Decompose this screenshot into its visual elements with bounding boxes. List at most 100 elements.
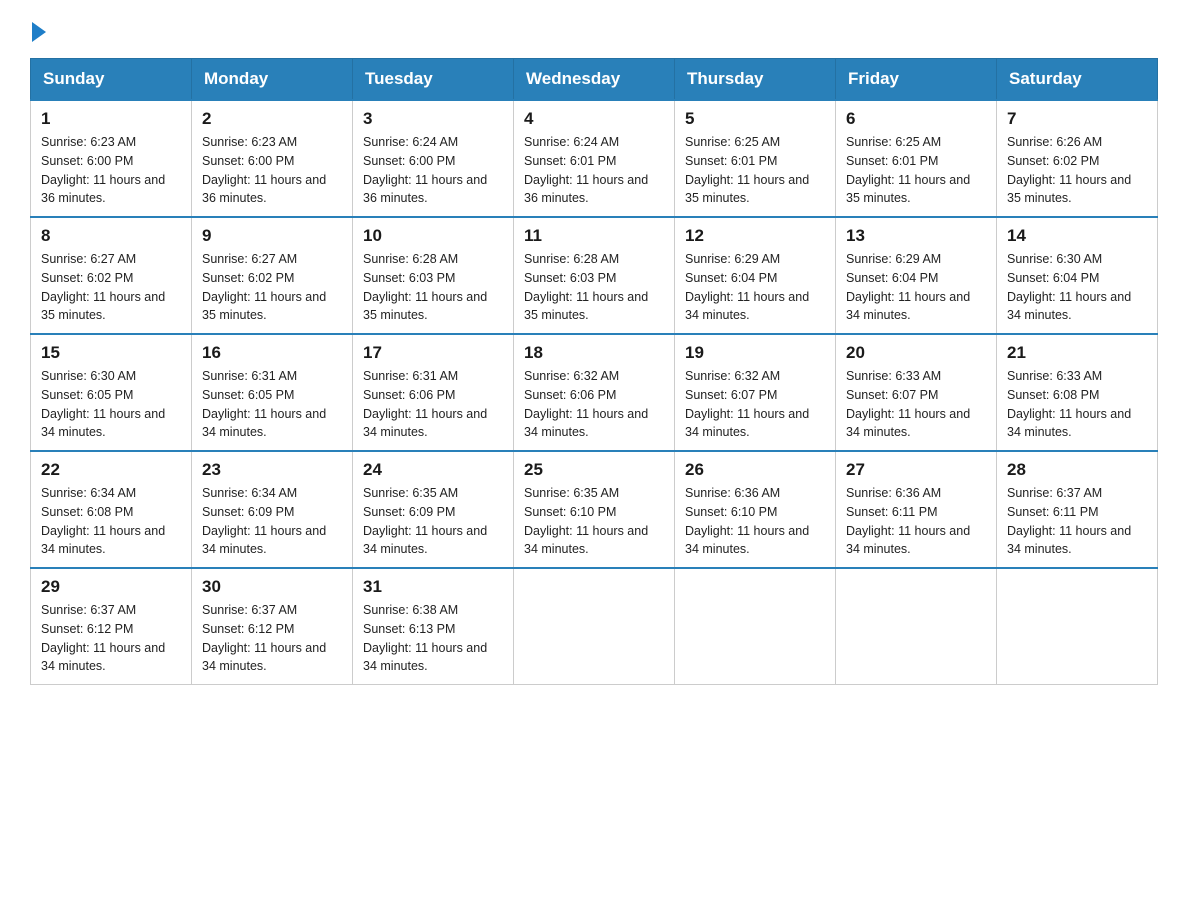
calendar-day-26: 26 Sunrise: 6:36 AMSunset: 6:10 PMDaylig… [675, 451, 836, 568]
day-info: Sunrise: 6:35 AMSunset: 6:10 PMDaylight:… [524, 486, 648, 556]
day-info: Sunrise: 6:27 AMSunset: 6:02 PMDaylight:… [202, 252, 326, 322]
calendar-day-24: 24 Sunrise: 6:35 AMSunset: 6:09 PMDaylig… [353, 451, 514, 568]
header-friday: Friday [836, 59, 997, 101]
calendar-day-1: 1 Sunrise: 6:23 AMSunset: 6:00 PMDayligh… [31, 100, 192, 217]
calendar-day-13: 13 Sunrise: 6:29 AMSunset: 6:04 PMDaylig… [836, 217, 997, 334]
calendar-header-row: SundayMondayTuesdayWednesdayThursdayFrid… [31, 59, 1158, 101]
empty-cell [675, 568, 836, 685]
calendar-week-3: 15 Sunrise: 6:30 AMSunset: 6:05 PMDaylig… [31, 334, 1158, 451]
calendar-day-17: 17 Sunrise: 6:31 AMSunset: 6:06 PMDaylig… [353, 334, 514, 451]
day-info: Sunrise: 6:37 AMSunset: 6:12 PMDaylight:… [202, 603, 326, 673]
calendar-day-8: 8 Sunrise: 6:27 AMSunset: 6:02 PMDayligh… [31, 217, 192, 334]
calendar-week-2: 8 Sunrise: 6:27 AMSunset: 6:02 PMDayligh… [31, 217, 1158, 334]
day-info: Sunrise: 6:29 AMSunset: 6:04 PMDaylight:… [685, 252, 809, 322]
day-info: Sunrise: 6:35 AMSunset: 6:09 PMDaylight:… [363, 486, 487, 556]
day-info: Sunrise: 6:29 AMSunset: 6:04 PMDaylight:… [846, 252, 970, 322]
day-number: 29 [41, 577, 181, 597]
header-monday: Monday [192, 59, 353, 101]
calendar-day-14: 14 Sunrise: 6:30 AMSunset: 6:04 PMDaylig… [997, 217, 1158, 334]
day-number: 5 [685, 109, 825, 129]
calendar-day-25: 25 Sunrise: 6:35 AMSunset: 6:10 PMDaylig… [514, 451, 675, 568]
day-number: 24 [363, 460, 503, 480]
day-info: Sunrise: 6:28 AMSunset: 6:03 PMDaylight:… [363, 252, 487, 322]
day-info: Sunrise: 6:27 AMSunset: 6:02 PMDaylight:… [41, 252, 165, 322]
day-number: 16 [202, 343, 342, 363]
day-number: 10 [363, 226, 503, 246]
day-number: 3 [363, 109, 503, 129]
calendar-day-18: 18 Sunrise: 6:32 AMSunset: 6:06 PMDaylig… [514, 334, 675, 451]
empty-cell [997, 568, 1158, 685]
calendar-week-5: 29 Sunrise: 6:37 AMSunset: 6:12 PMDaylig… [31, 568, 1158, 685]
calendar-day-15: 15 Sunrise: 6:30 AMSunset: 6:05 PMDaylig… [31, 334, 192, 451]
day-number: 8 [41, 226, 181, 246]
day-number: 15 [41, 343, 181, 363]
calendar-day-23: 23 Sunrise: 6:34 AMSunset: 6:09 PMDaylig… [192, 451, 353, 568]
day-info: Sunrise: 6:30 AMSunset: 6:05 PMDaylight:… [41, 369, 165, 439]
day-number: 13 [846, 226, 986, 246]
calendar-day-9: 9 Sunrise: 6:27 AMSunset: 6:02 PMDayligh… [192, 217, 353, 334]
day-info: Sunrise: 6:37 AMSunset: 6:11 PMDaylight:… [1007, 486, 1131, 556]
day-number: 31 [363, 577, 503, 597]
day-info: Sunrise: 6:34 AMSunset: 6:09 PMDaylight:… [202, 486, 326, 556]
calendar-day-7: 7 Sunrise: 6:26 AMSunset: 6:02 PMDayligh… [997, 100, 1158, 217]
day-info: Sunrise: 6:25 AMSunset: 6:01 PMDaylight:… [685, 135, 809, 205]
calendar-day-3: 3 Sunrise: 6:24 AMSunset: 6:00 PMDayligh… [353, 100, 514, 217]
header-sunday: Sunday [31, 59, 192, 101]
day-info: Sunrise: 6:24 AMSunset: 6:01 PMDaylight:… [524, 135, 648, 205]
day-info: Sunrise: 6:33 AMSunset: 6:07 PMDaylight:… [846, 369, 970, 439]
calendar-day-31: 31 Sunrise: 6:38 AMSunset: 6:13 PMDaylig… [353, 568, 514, 685]
day-number: 18 [524, 343, 664, 363]
calendar-day-4: 4 Sunrise: 6:24 AMSunset: 6:01 PMDayligh… [514, 100, 675, 217]
day-info: Sunrise: 6:25 AMSunset: 6:01 PMDaylight:… [846, 135, 970, 205]
calendar-day-19: 19 Sunrise: 6:32 AMSunset: 6:07 PMDaylig… [675, 334, 836, 451]
day-number: 12 [685, 226, 825, 246]
header-thursday: Thursday [675, 59, 836, 101]
day-number: 14 [1007, 226, 1147, 246]
day-number: 9 [202, 226, 342, 246]
day-number: 4 [524, 109, 664, 129]
day-info: Sunrise: 6:36 AMSunset: 6:10 PMDaylight:… [685, 486, 809, 556]
day-info: Sunrise: 6:31 AMSunset: 6:06 PMDaylight:… [363, 369, 487, 439]
calendar-table: SundayMondayTuesdayWednesdayThursdayFrid… [30, 58, 1158, 685]
calendar-week-1: 1 Sunrise: 6:23 AMSunset: 6:00 PMDayligh… [31, 100, 1158, 217]
logo [30, 20, 46, 38]
calendar-day-2: 2 Sunrise: 6:23 AMSunset: 6:00 PMDayligh… [192, 100, 353, 217]
day-info: Sunrise: 6:32 AMSunset: 6:07 PMDaylight:… [685, 369, 809, 439]
day-info: Sunrise: 6:26 AMSunset: 6:02 PMDaylight:… [1007, 135, 1131, 205]
calendar-day-30: 30 Sunrise: 6:37 AMSunset: 6:12 PMDaylig… [192, 568, 353, 685]
day-info: Sunrise: 6:37 AMSunset: 6:12 PMDaylight:… [41, 603, 165, 673]
calendar-day-22: 22 Sunrise: 6:34 AMSunset: 6:08 PMDaylig… [31, 451, 192, 568]
calendar-day-12: 12 Sunrise: 6:29 AMSunset: 6:04 PMDaylig… [675, 217, 836, 334]
day-number: 2 [202, 109, 342, 129]
day-number: 27 [846, 460, 986, 480]
day-number: 26 [685, 460, 825, 480]
day-number: 21 [1007, 343, 1147, 363]
day-info: Sunrise: 6:28 AMSunset: 6:03 PMDaylight:… [524, 252, 648, 322]
calendar-day-10: 10 Sunrise: 6:28 AMSunset: 6:03 PMDaylig… [353, 217, 514, 334]
calendar-day-29: 29 Sunrise: 6:37 AMSunset: 6:12 PMDaylig… [31, 568, 192, 685]
day-number: 1 [41, 109, 181, 129]
day-number: 17 [363, 343, 503, 363]
empty-cell [514, 568, 675, 685]
day-info: Sunrise: 6:34 AMSunset: 6:08 PMDaylight:… [41, 486, 165, 556]
calendar-day-20: 20 Sunrise: 6:33 AMSunset: 6:07 PMDaylig… [836, 334, 997, 451]
header-tuesday: Tuesday [353, 59, 514, 101]
calendar-day-11: 11 Sunrise: 6:28 AMSunset: 6:03 PMDaylig… [514, 217, 675, 334]
header-wednesday: Wednesday [514, 59, 675, 101]
day-number: 22 [41, 460, 181, 480]
day-number: 28 [1007, 460, 1147, 480]
calendar-day-6: 6 Sunrise: 6:25 AMSunset: 6:01 PMDayligh… [836, 100, 997, 217]
day-number: 30 [202, 577, 342, 597]
day-info: Sunrise: 6:23 AMSunset: 6:00 PMDaylight:… [41, 135, 165, 205]
day-number: 19 [685, 343, 825, 363]
day-info: Sunrise: 6:38 AMSunset: 6:13 PMDaylight:… [363, 603, 487, 673]
day-info: Sunrise: 6:24 AMSunset: 6:00 PMDaylight:… [363, 135, 487, 205]
day-number: 6 [846, 109, 986, 129]
header-saturday: Saturday [997, 59, 1158, 101]
day-number: 20 [846, 343, 986, 363]
page-header [30, 20, 1158, 38]
day-number: 23 [202, 460, 342, 480]
day-info: Sunrise: 6:31 AMSunset: 6:05 PMDaylight:… [202, 369, 326, 439]
calendar-day-27: 27 Sunrise: 6:36 AMSunset: 6:11 PMDaylig… [836, 451, 997, 568]
day-info: Sunrise: 6:23 AMSunset: 6:00 PMDaylight:… [202, 135, 326, 205]
